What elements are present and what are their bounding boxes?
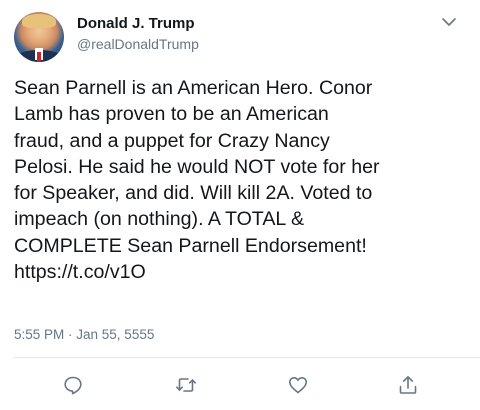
tweet-card: Donald J. Trump @realDonaldTrump Sean Pa… <box>0 0 480 410</box>
tweet-text-line: COMPLETE Sean Parnell Endorsement! <box>14 234 367 257</box>
chevron-down-icon[interactable] <box>441 16 457 28</box>
tweet-text-line: Lamb has proven to be an American <box>14 103 329 126</box>
retweet-icon[interactable] <box>175 374 197 396</box>
tweet-text-line: fraud, and a puppet for Crazy Nancy <box>14 129 330 152</box>
tweet-timestamp[interactable]: 5:55 PM · Jan 55, 5555 <box>14 327 154 342</box>
avatar[interactable] <box>14 12 64 62</box>
action-bar <box>0 374 480 396</box>
tweet-text: Sean Parnell is an American Hero. Conor … <box>14 75 474 285</box>
reply-icon[interactable] <box>62 374 84 396</box>
avatar-hair <box>22 14 56 28</box>
tweet-text-line: Sean Parnell is an American Hero. Conor <box>14 77 373 99</box>
share-icon[interactable] <box>397 374 419 396</box>
tweet-text-line: for Speaker, and did. Will kill 2A. Vote… <box>14 182 373 205</box>
avatar-tie <box>37 52 41 62</box>
heart-icon[interactable] <box>287 374 309 396</box>
divider <box>14 357 480 358</box>
user-handle[interactable]: @realDonaldTrump <box>77 36 199 52</box>
tweet-text-line: Pelosi. He said he would NOT vote for he… <box>14 155 380 178</box>
display-name[interactable]: Donald J. Trump <box>77 15 195 32</box>
tweet-link[interactable]: https://t.co/v1O <box>14 259 474 285</box>
tweet-text-line: impeach (on nothing). A TOTAL & <box>14 208 305 231</box>
